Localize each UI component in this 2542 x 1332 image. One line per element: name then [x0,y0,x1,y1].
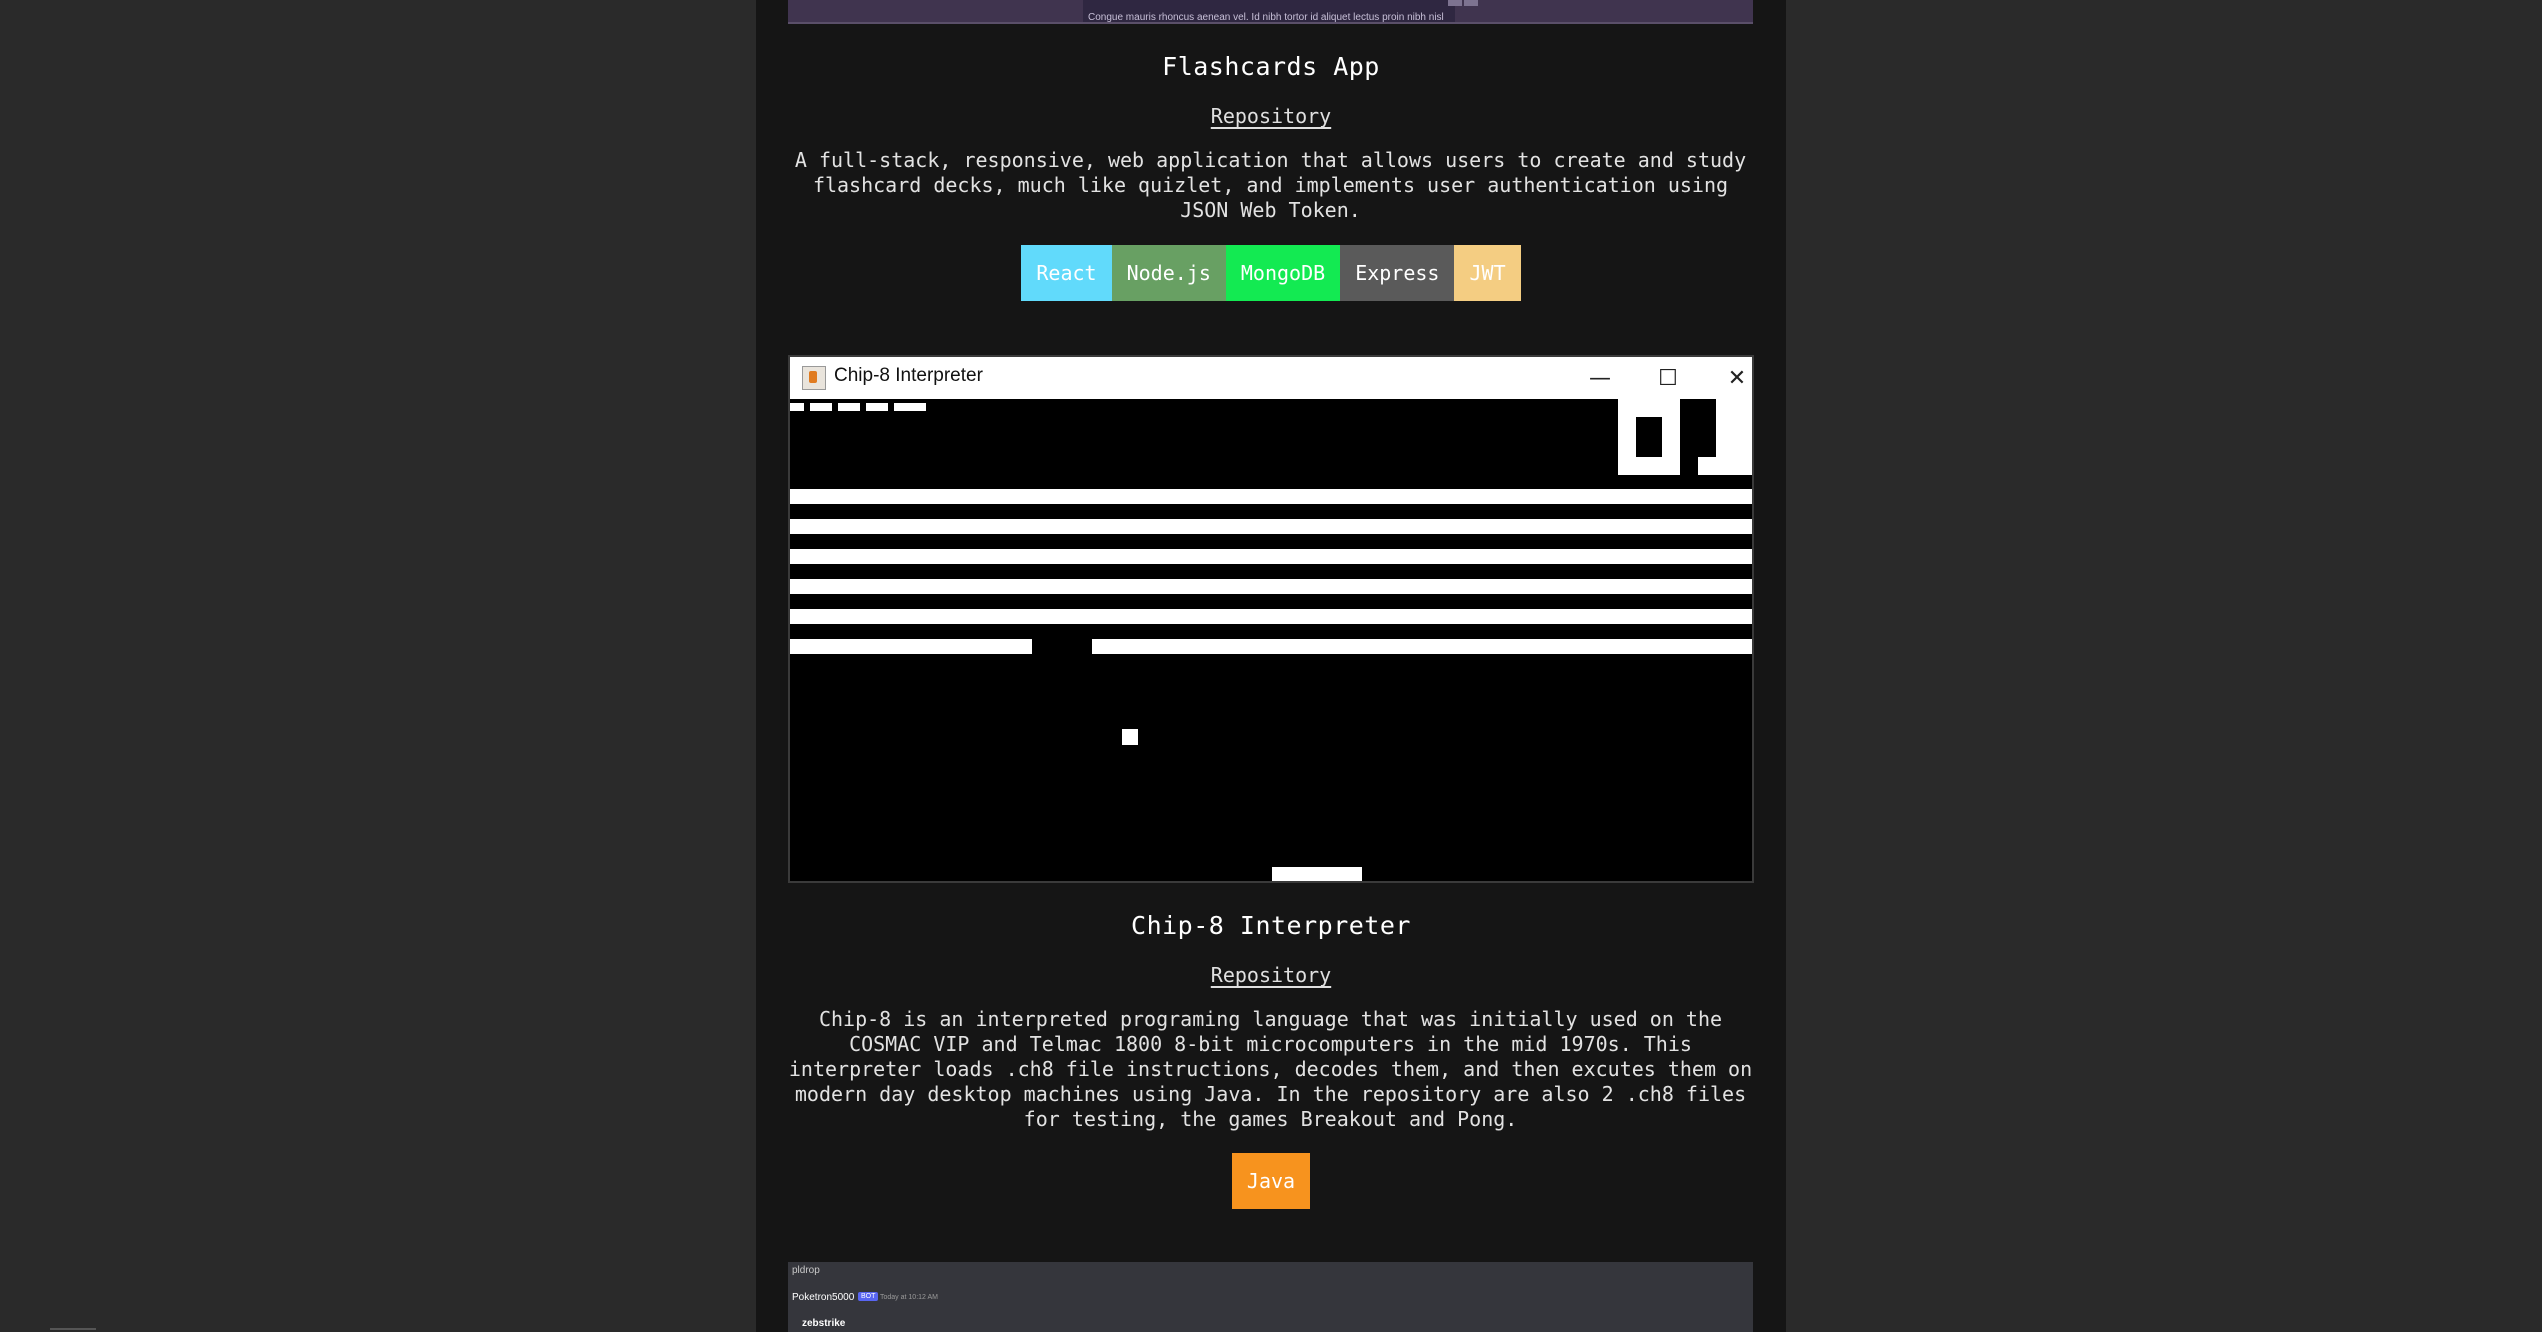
tag-react: React [1021,245,1112,301]
username: Poketron5000 [792,1292,855,1303]
repository-link-wrapper: Repository [756,963,1786,987]
project-description: A full-stack, responsive, web applicatio… [794,148,1747,222]
tag-mongodb: MongoDB [1225,245,1341,301]
maximize-icon: ☐ [1658,365,1678,391]
project-title: Chip-8 Interpreter [1131,911,1411,940]
ball [1122,729,1138,745]
lives-top [790,399,926,403]
project-title: Flashcards App [1162,52,1380,81]
brick-row [790,519,1752,534]
brick-row [790,489,1752,504]
tech-tags: Java [756,1153,1786,1209]
message-text: zebstrike [802,1318,846,1329]
channel-name: pldrop [792,1265,820,1276]
project-description: Chip-8 is an interpreted programing lang… [788,1007,1753,1131]
minimize-icon: — [1589,365,1611,391]
previous-project-screenshot: Congue mauris rhoncus aenean vel. Id nib… [788,0,1753,24]
close-icon: ✕ [1727,365,1747,391]
screenshot-caption: Congue mauris rhoncus aenean vel. Id nib… [1088,12,1444,23]
window-titlebar: Chip-8 Interpreter — ☐ ✕ [790,357,1752,399]
brick-row [790,609,1752,624]
tag-express: Express [1340,245,1455,301]
portfolio-column: Congue mauris rhoncus aenean vel. Id nib… [756,0,1786,1332]
brick-row-left [790,639,1032,654]
brick-row [790,579,1752,594]
next-project-screenshot: pldrop Poketron5000 BOT Today at 10:12 A… [788,1262,1753,1332]
score-digit-1-gap [1698,399,1716,457]
repository-link[interactable]: Repository [1211,104,1331,128]
brick-row [790,549,1752,564]
tag-java: Java [1231,1153,1311,1209]
tech-tags: React Node.js MongoDB Express JWT [756,245,1786,301]
tag-nodejs: Node.js [1111,245,1226,301]
brick-row-right [1092,639,1752,654]
repository-link-wrapper: Repository [756,104,1786,128]
screenshot-block [1464,0,1478,6]
bot-badge: BOT [858,1292,879,1301]
window-title: Chip-8 Interpreter [834,365,983,386]
java-app-icon [802,366,826,390]
repository-link[interactable]: Repository [1211,963,1331,987]
paddle [1272,867,1362,881]
tag-jwt: JWT [1454,245,1521,301]
scroll-indicator [50,1328,96,1330]
chip8-window-screenshot: Chip-8 Interpreter — ☐ ✕ [788,355,1754,883]
message-timestamp: Today at 10:12 AM [880,1294,938,1301]
breakout-game-screen [790,399,1752,881]
screenshot-block [1448,0,1462,6]
score-digit-0-hole [1636,417,1662,457]
